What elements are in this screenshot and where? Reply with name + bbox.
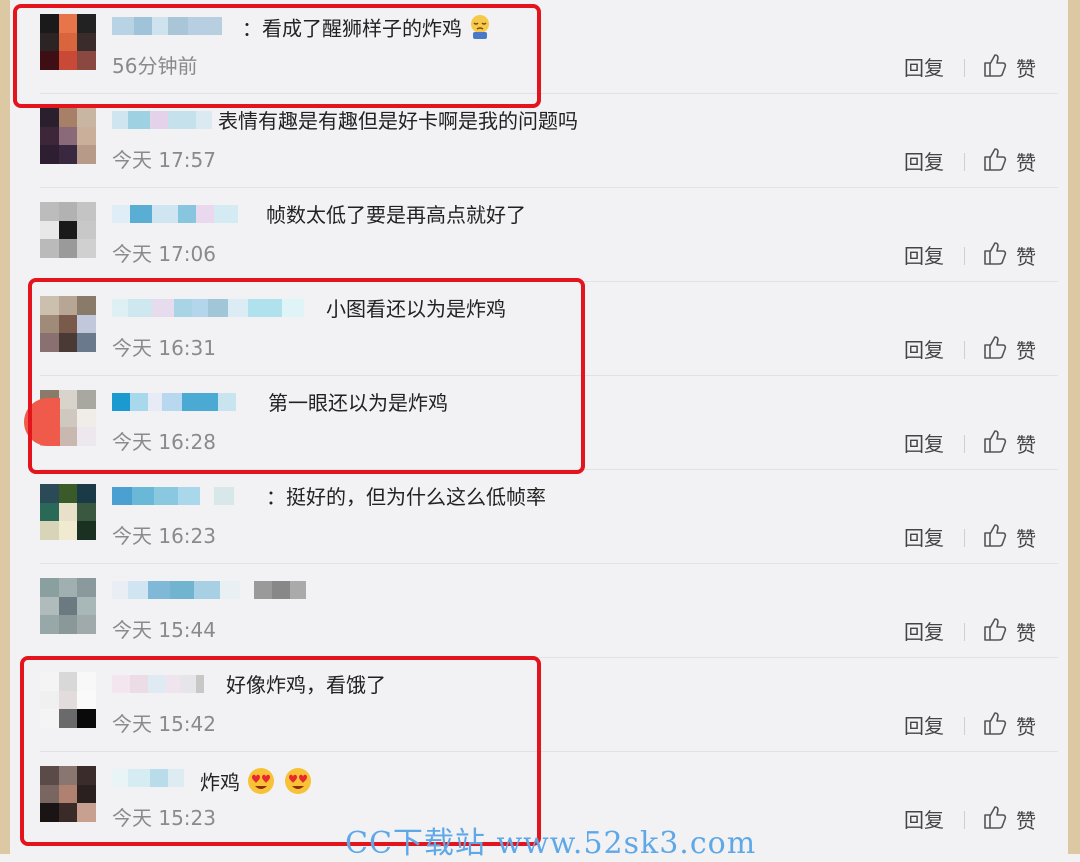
comment-text: 好像炸鸡，看饿了 <box>226 673 386 697</box>
comment-time: 今天 16:31 <box>112 336 216 360</box>
thumbs-up-icon <box>982 804 1008 834</box>
comment-text: 炸鸡 <box>200 766 313 795</box>
comment-list[interactable]: ：看成了醒狮样子的炸鸡 56分钟前 回复 赞 表情有趣是有趣但是好卡啊是我的问题… <box>10 0 1068 854</box>
comment-time: 今天 16:28 <box>112 430 216 454</box>
reply-button[interactable]: 回复 <box>904 525 944 551</box>
like-label: 赞 <box>1016 526 1036 551</box>
separator <box>964 811 965 829</box>
comment-item: 表情有趣是有趣但是好卡啊是我的问题吗 今天 17:57 回复 赞 <box>10 94 1068 188</box>
username-blurred[interactable] <box>112 578 306 602</box>
avatar[interactable] <box>40 766 96 822</box>
like-button[interactable]: 赞 <box>982 429 1036 457</box>
thumbs-up-icon <box>982 52 1008 82</box>
avatar[interactable] <box>40 484 96 540</box>
comment-time: 今天 17:57 <box>112 148 216 172</box>
like-button[interactable]: 赞 <box>982 805 1036 833</box>
like-button[interactable]: 赞 <box>982 711 1036 739</box>
comment-item: 好像炸鸡，看饿了 今天 15:42 回复 赞 <box>10 658 1068 752</box>
watermark: CC下载站 www.52sk3.com <box>345 826 757 861</box>
separator <box>964 529 965 547</box>
username-blurred[interactable] <box>112 202 238 226</box>
username-blurred[interactable] <box>112 672 204 696</box>
comment-time: 今天 16:23 <box>112 524 216 548</box>
username-blurred[interactable] <box>112 766 184 790</box>
comment-text: 第一眼还以为是炸鸡 <box>268 391 448 415</box>
comment-item: 第一眼还以为是炸鸡 今天 16:28 回复 赞 <box>10 376 1068 470</box>
comment-time: 今天 15:23 <box>112 806 216 830</box>
separator <box>964 153 965 171</box>
reply-button[interactable]: 回复 <box>904 807 944 833</box>
username-blurred[interactable] <box>112 108 212 132</box>
reply-button[interactable]: 回复 <box>904 337 944 363</box>
separator <box>964 435 965 453</box>
comment-text: ：挺好的，但为什么这么低帧率 <box>266 485 546 509</box>
comment-text: 表情有趣是有趣但是好卡啊是我的问题吗 <box>218 109 578 133</box>
like-button[interactable]: 赞 <box>982 53 1036 81</box>
reply-button[interactable]: 回复 <box>904 149 944 175</box>
reply-button[interactable]: 回复 <box>904 431 944 457</box>
like-label: 赞 <box>1016 150 1036 175</box>
thumbs-up-icon <box>982 616 1008 646</box>
comment-text: ：看成了醒狮样子的炸鸡 <box>242 14 492 41</box>
comment-item: 帧数太低了要是再高点就好了 今天 17:06 回复 赞 <box>10 188 1068 282</box>
thumbs-up-icon <box>982 146 1008 176</box>
avatar[interactable] <box>40 672 96 728</box>
thumbs-up-icon <box>982 710 1008 740</box>
heart-eyes-face-icon <box>283 766 313 802</box>
like-label: 赞 <box>1016 714 1036 739</box>
separator <box>964 247 965 265</box>
like-button[interactable]: 赞 <box>982 147 1036 175</box>
comment-time: 今天 15:42 <box>112 712 216 736</box>
thumbs-up-icon <box>982 522 1008 552</box>
sleepy-face-icon <box>468 14 492 46</box>
heart-eyes-face-icon <box>246 766 276 802</box>
like-button[interactable]: 赞 <box>982 241 1036 269</box>
separator <box>964 623 965 641</box>
comment-time: 今天 15:44 <box>112 618 216 642</box>
comment-text: 帧数太低了要是再高点就好了 <box>266 203 526 227</box>
avatar[interactable] <box>40 578 96 634</box>
comment-text: 小图看还以为是炸鸡 <box>326 297 506 321</box>
thumbs-up-icon <box>982 334 1008 364</box>
like-label: 赞 <box>1016 244 1036 269</box>
username-blurred[interactable] <box>112 14 222 38</box>
like-label: 赞 <box>1016 620 1036 645</box>
like-label: 赞 <box>1016 56 1036 81</box>
avatar[interactable] <box>40 296 96 352</box>
username-blurred[interactable] <box>112 484 234 508</box>
comment-item: 今天 15:44 回复 赞 <box>10 564 1068 658</box>
separator <box>964 341 965 359</box>
username-blurred[interactable] <box>112 296 304 320</box>
reply-button[interactable]: 回复 <box>904 243 944 269</box>
comment-time: 56分钟前 <box>112 54 198 78</box>
thumbs-up-icon <box>982 240 1008 270</box>
reply-button[interactable]: 回复 <box>904 55 944 81</box>
comment-item: ：看成了醒狮样子的炸鸡 56分钟前 回复 赞 <box>10 0 1068 94</box>
like-button[interactable]: 赞 <box>982 335 1036 363</box>
avatar[interactable] <box>40 14 96 70</box>
comment-time: 今天 17:06 <box>112 242 216 266</box>
separator <box>964 59 965 77</box>
comment-item: ：挺好的，但为什么这么低帧率 今天 16:23 回复 赞 <box>10 470 1068 564</box>
comment-item: 小图看还以为是炸鸡 今天 16:31 回复 赞 <box>10 282 1068 376</box>
separator <box>964 717 965 735</box>
reply-button[interactable]: 回复 <box>904 619 944 645</box>
username-blurred[interactable] <box>112 390 236 414</box>
like-button[interactable]: 赞 <box>982 523 1036 551</box>
like-label: 赞 <box>1016 338 1036 363</box>
thumbs-up-icon <box>982 428 1008 458</box>
like-label: 赞 <box>1016 808 1036 833</box>
like-button[interactable]: 赞 <box>982 617 1036 645</box>
avatar[interactable] <box>40 108 96 164</box>
like-label: 赞 <box>1016 432 1036 457</box>
avatar[interactable] <box>40 202 96 258</box>
reply-button[interactable]: 回复 <box>904 713 944 739</box>
